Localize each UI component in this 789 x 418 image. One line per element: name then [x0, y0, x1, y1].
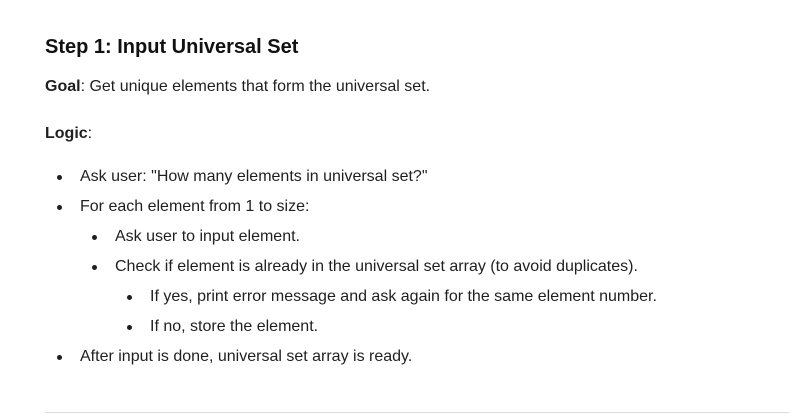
goal-label: Goal [45, 78, 81, 95]
list-item-text: If no, store the element. [150, 318, 319, 335]
list-item-text: Ask user to input element. [115, 228, 300, 245]
logic-label: Logic [45, 125, 88, 142]
logic-paragraph: Logic: [45, 123, 765, 145]
list-item-text: Ask user: "How many elements in universa… [80, 168, 428, 185]
list-item-text: After input is done, universal set array… [80, 348, 413, 365]
logic-list: Ask user: "How many elements in universa… [45, 162, 765, 372]
logic-suffix: : [87, 125, 93, 142]
list-item-text: For each element from 1 to size: [80, 198, 310, 215]
list-item-text: If yes, print error message and ask agai… [150, 288, 657, 305]
list-item-ask-size: Ask user: "How many elements in universa… [45, 162, 765, 192]
goal-paragraph: Goal: Get unique elements that form the … [45, 76, 765, 98]
nested-list-deep: If yes, print error message and ask agai… [115, 282, 765, 342]
step-section: Step 1: Input Universal Set Goal: Get un… [45, 33, 765, 372]
list-item-for-each: For each element from 1 to size: Ask use… [45, 192, 765, 342]
section-divider [45, 412, 789, 413]
list-item-input-element: Ask user to input element. [45, 222, 765, 252]
list-item-if-no: If no, store the element. [45, 312, 765, 342]
list-item-if-yes: If yes, print error message and ask agai… [45, 282, 765, 312]
goal-text: : Get unique elements that form the univ… [80, 78, 431, 95]
nested-list: Ask user to input element. Check if elem… [80, 222, 765, 342]
list-item-check-duplicate: Check if element is already in the unive… [45, 252, 765, 342]
list-item-done: After input is done, universal set array… [45, 342, 765, 372]
step-heading: Step 1: Input Universal Set [45, 36, 299, 58]
list-item-text: Check if element is already in the unive… [115, 258, 638, 275]
